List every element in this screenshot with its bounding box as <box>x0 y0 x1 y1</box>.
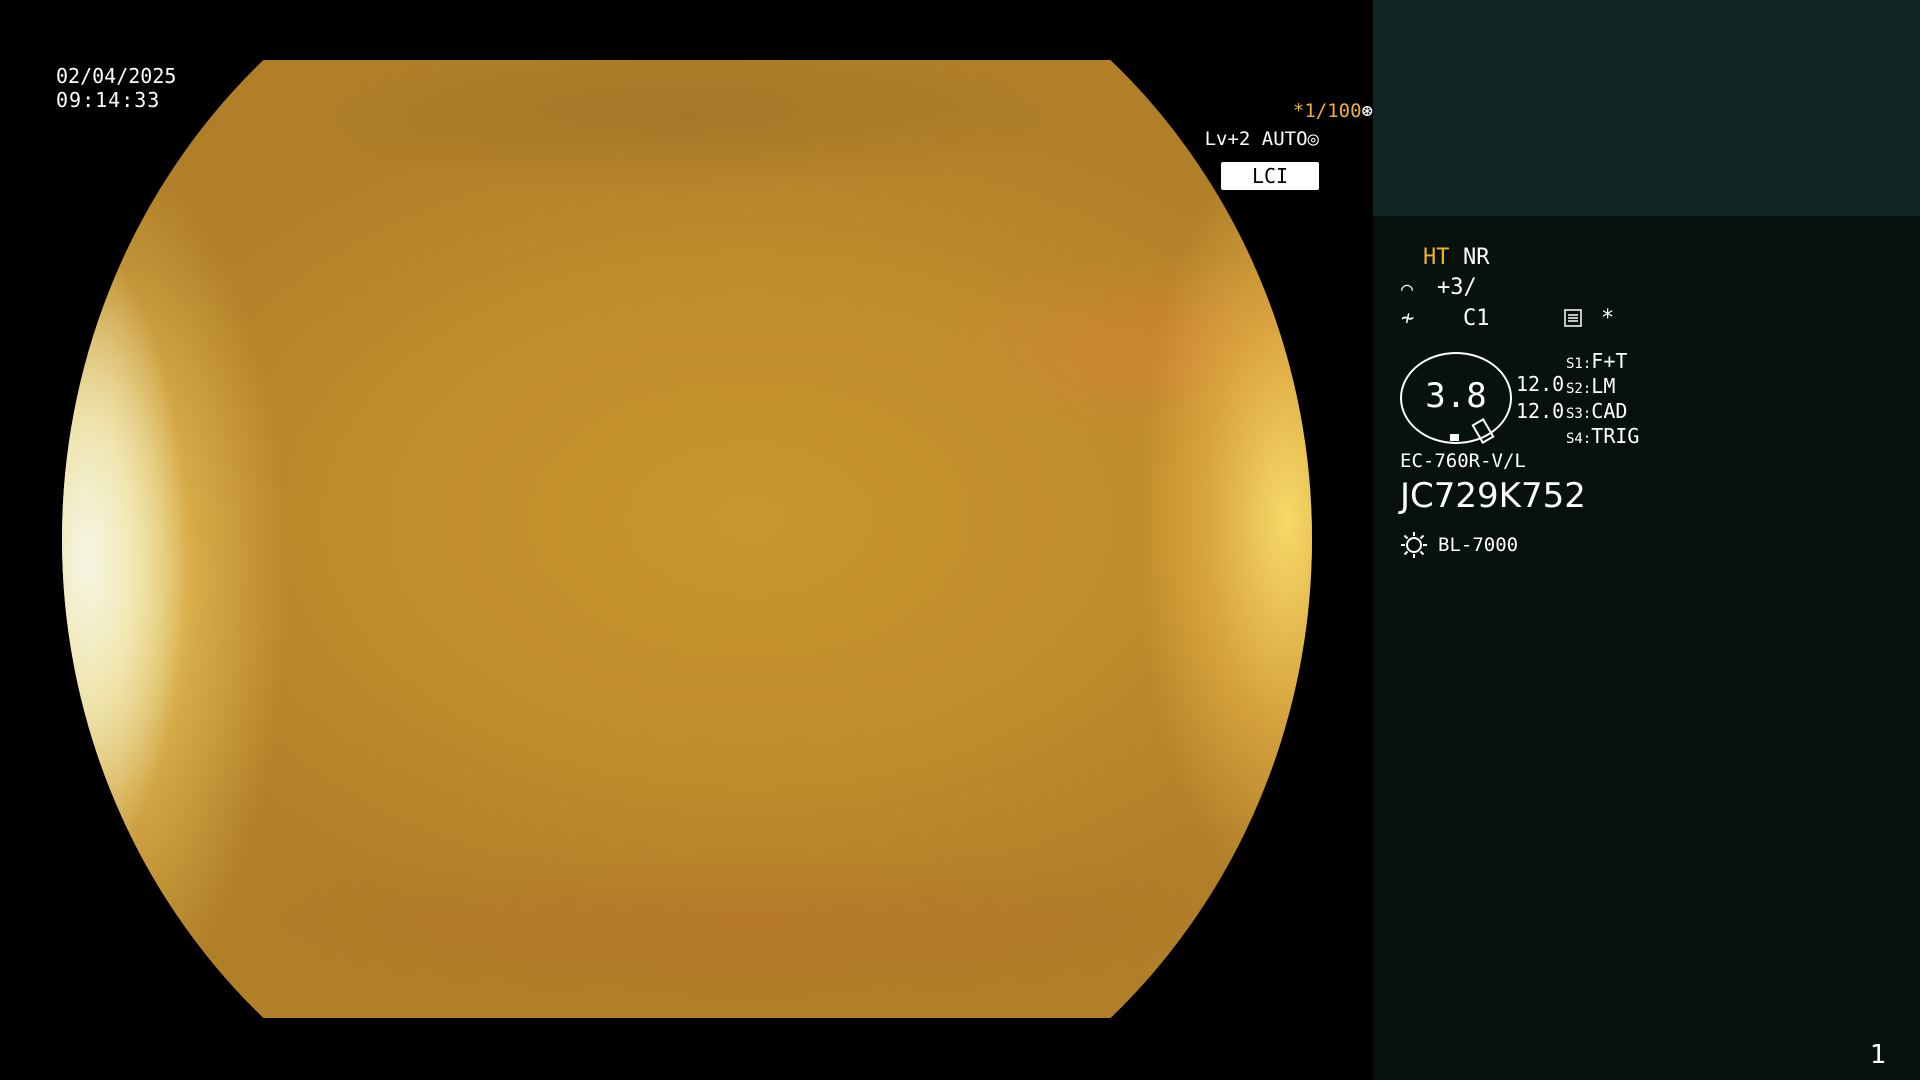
noise-reduction-label: NR <box>1463 245 1490 270</box>
switch-row-s1: S1:F+T <box>1566 349 1628 373</box>
switch-id: S3 <box>1566 406 1583 422</box>
color-mode-icon: ≁ <box>1401 306 1415 331</box>
switch-id: S1 <box>1566 356 1583 372</box>
settings-panel-icon <box>1564 309 1582 327</box>
sharpness-icon: ⌒ <box>1401 276 1414 300</box>
shutter-readout: *1/100⊛ <box>54 100 1373 122</box>
endoscopy-monitor: 02/04/2025 09:14:33 *1/100⊛ Lv+2 AUTO◎ L… <box>0 0 1920 1080</box>
zoom-value: 3.8 <box>1425 376 1487 416</box>
scope-model: EC-760R-V/L <box>1400 450 1526 472</box>
view-mask-bottom <box>0 1018 1373 1080</box>
brightness-level-value: Lv+2 AUTO <box>1204 128 1308 150</box>
light-source-model: BL-7000 <box>1438 534 1519 556</box>
star-indicator: * <box>1601 306 1615 331</box>
view-mask-top <box>0 0 1373 60</box>
zoom-position-marker <box>1450 434 1459 441</box>
switch-function: F+T <box>1591 349 1628 373</box>
date-readout: 02/04/2025 <box>56 64 177 88</box>
light-source-icon <box>1401 532 1427 558</box>
zoom-indicator: 3.8 <box>1400 352 1512 445</box>
switch-id: S2 <box>1566 381 1583 397</box>
shutter-value: *1/100 <box>1292 100 1362 122</box>
endoscope-view-area: 02/04/2025 09:14:33 *1/100⊛ Lv+2 AUTO◎ L… <box>0 0 1373 1080</box>
info-panel: HT NR ⌒ +3/ ≁ C1 * 3.8 12.0 12.0 S1:F+T … <box>1373 0 1920 1080</box>
structure-mode-label: HT <box>1423 245 1450 270</box>
switch-function: TRIG <box>1591 424 1640 448</box>
imaging-mode-badge: LCI <box>1221 162 1319 190</box>
switch-id: S4 <box>1566 431 1583 447</box>
switch-row-s3: S3:CAD <box>1566 399 1628 423</box>
brightness-level-readout: Lv+2 AUTO◎ <box>0 128 1319 150</box>
color-mode-value: C1 <box>1463 306 1490 331</box>
endoscopic-image <box>62 60 1312 1018</box>
scope-tip-icon <box>1471 417 1495 445</box>
enhancement-value: +3/ <box>1437 275 1477 300</box>
magnification-value-1: 12.0 <box>1516 372 1565 396</box>
switch-function: CAD <box>1591 399 1628 423</box>
magnification-value-2: 12.0 <box>1516 399 1565 423</box>
page-number: 1 <box>1870 1040 1887 1070</box>
scope-serial-number: JC729K752 <box>1400 476 1586 516</box>
info-panel-header <box>1373 0 1920 216</box>
iris-icon: ◎ <box>1307 128 1319 150</box>
switch-function: LM <box>1591 374 1616 398</box>
aperture-icon: ⊛ <box>1361 100 1373 122</box>
switch-row-s2: S2:LM <box>1566 374 1616 398</box>
switch-row-s4: S4:TRIG <box>1566 424 1640 448</box>
